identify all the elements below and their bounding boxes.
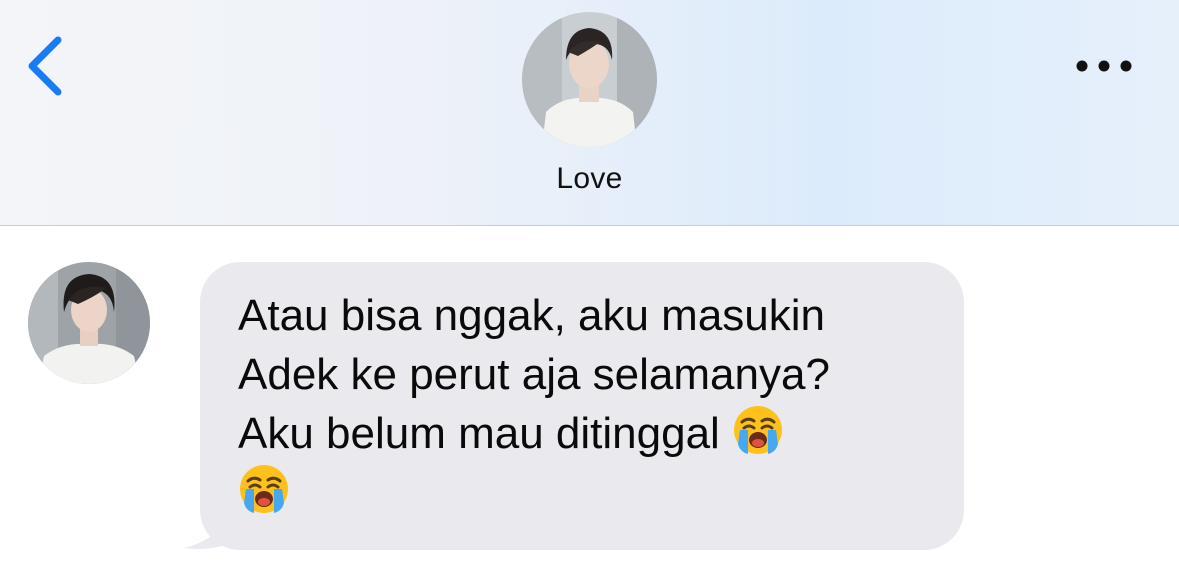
loudly-crying-face-icon bbox=[240, 465, 288, 513]
message-bubble[interactable]: Atau bisa nggak, aku masukin Adek ke per… bbox=[180, 262, 980, 552]
message-bubble-body: Atau bisa nggak, aku masukin Adek ke per… bbox=[200, 262, 964, 550]
sender-avatar[interactable] bbox=[28, 262, 150, 384]
more-options-button[interactable] bbox=[1068, 48, 1140, 84]
message-text: Atau bisa nggak, aku masukin Adek ke per… bbox=[238, 286, 934, 522]
contact-avatar[interactable] bbox=[522, 12, 657, 147]
chevron-left-icon bbox=[28, 36, 62, 96]
message-line: Aku belum mau ditinggal bbox=[238, 409, 733, 458]
message-line: Atau bisa nggak, aku masukin bbox=[238, 291, 826, 340]
back-button[interactable] bbox=[22, 34, 72, 98]
message-line: Adek ke perut aja selamanya? bbox=[238, 350, 830, 399]
avatar-photo bbox=[522, 12, 657, 147]
loudly-crying-face-icon bbox=[734, 406, 783, 454]
ellipsis-icon bbox=[1076, 60, 1132, 72]
conversation-header: Love bbox=[0, 0, 1179, 226]
contact-name[interactable]: Love bbox=[0, 162, 1179, 196]
avatar-photo bbox=[28, 262, 150, 384]
